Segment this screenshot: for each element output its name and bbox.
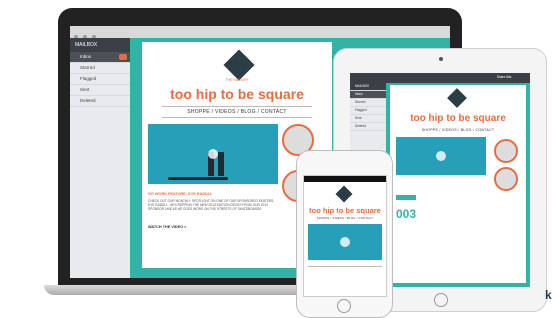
tablet-headline: too hip to be square <box>410 113 506 124</box>
sidebar-item-inbox[interactable]: Inbox <box>70 52 130 63</box>
sidebar-item-label: Deleted <box>80 98 96 103</box>
sidebar-item-deleted[interactable]: Deleted <box>350 123 386 131</box>
product-circle[interactable] <box>494 167 518 191</box>
email-tagline: THE RIDEOFF <box>225 78 249 82</box>
phone-screen: too hip to be square SHOPPE / VIDEOS / B… <box>303 175 387 297</box>
play-icon[interactable] <box>436 151 446 161</box>
sidebar-item-deleted[interactable]: Deleted <box>70 96 130 107</box>
brand-logo <box>223 46 255 81</box>
mail-sidebar: MAILBOX Inbox Starred Flagged Sent Delet… <box>70 38 131 278</box>
browser-toolbar <box>70 26 450 39</box>
divider <box>162 106 312 107</box>
brand-mark: k <box>545 288 552 302</box>
play-icon[interactable] <box>340 237 350 247</box>
share-label[interactable]: Share this: <box>497 75 512 79</box>
sidebar-title: MAILBOX <box>350 83 386 91</box>
diamond-logo-icon <box>223 49 255 81</box>
sidebar-item-starred[interactable]: Starred <box>350 99 386 107</box>
product-circle[interactable] <box>494 139 518 163</box>
watch-video-link[interactable]: WATCH THE VIDEO » <box>148 225 278 229</box>
sidebar-item-label: Sent <box>80 87 90 92</box>
sidebar-title: MAILBOX <box>70 38 130 52</box>
divider <box>162 117 312 118</box>
sidebar-item-flagged[interactable]: Flagged <box>350 107 386 115</box>
feature-body: CHECK OUT OUR MONTHLY SPOTLIGHT ON ONE O… <box>148 199 275 211</box>
diamond-logo-icon <box>335 185 353 203</box>
email-headline: too hip to be square <box>170 86 304 102</box>
sidebar-item-label: Deleted <box>355 124 366 128</box>
play-icon[interactable] <box>208 149 218 159</box>
sidebar-item-sent[interactable]: Sent <box>70 85 130 96</box>
skater-leg <box>218 152 224 176</box>
sidebar-item-label: Flagged <box>80 76 97 81</box>
issue-number: 003 <box>396 207 417 221</box>
hero-video[interactable] <box>308 224 382 260</box>
home-button[interactable] <box>434 293 448 307</box>
phone-nav[interactable]: SHOPPE / VIDEOS / BLOG / CONTACT <box>304 217 386 220</box>
sidebar-item-label: Inbox <box>80 54 92 59</box>
unread-badge <box>119 54 127 60</box>
sidebar-item-sent[interactable]: Sent <box>350 115 386 123</box>
hero-video[interactable] <box>148 124 278 184</box>
sidebar-item-label: Sent <box>355 116 362 120</box>
tablet-toolbar: Share this: <box>350 73 530 83</box>
skateboard <box>168 177 228 180</box>
sidebar-item-label: Starred <box>80 65 95 70</box>
email-nav[interactable]: SHOPPE / VIDEOS / BLOG / CONTACT <box>142 109 332 115</box>
camera-icon <box>439 57 443 61</box>
diamond-logo-icon <box>447 88 467 108</box>
sidebar-item-starred[interactable]: Starred <box>70 63 130 74</box>
feature-title: GO WORK FEATURE: KYE RADDLL <box>148 192 213 196</box>
home-button[interactable] <box>337 299 351 313</box>
sidebar-item-inbox[interactable]: Inbox <box>350 91 386 99</box>
tablet-email: too hip to be square SHOPPE / VIDEOS / B… <box>390 85 526 283</box>
cta-button[interactable] <box>396 195 416 200</box>
status-bar <box>304 176 386 182</box>
divider <box>308 266 382 267</box>
phone-frame: too hip to be square SHOPPE / VIDEOS / B… <box>296 150 393 318</box>
sidebar-item-label: Inbox <box>355 92 363 96</box>
sidebar-item-label: Starred <box>355 100 366 104</box>
sidebar-item-label: Flagged <box>355 108 367 112</box>
sidebar-item-flagged[interactable]: Flagged <box>70 74 130 85</box>
hero-video[interactable] <box>396 137 486 175</box>
tablet-nav[interactable]: SHOPPE / VIDEOS / BLOG / CONTACT <box>390 128 526 132</box>
phone-headline: too hip to be square <box>309 206 381 215</box>
